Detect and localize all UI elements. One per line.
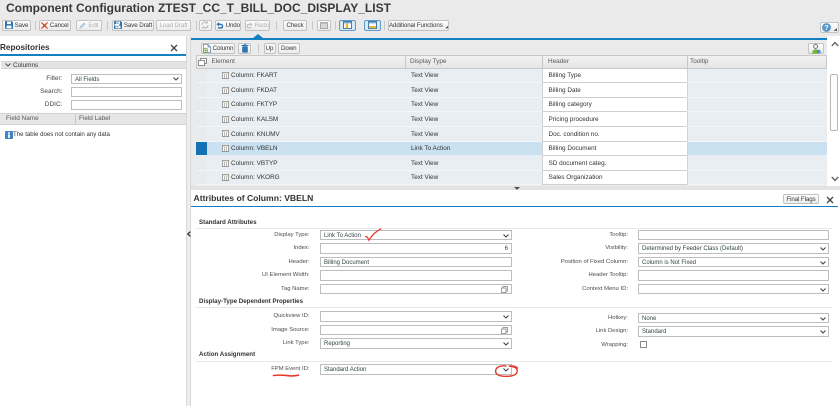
svg-text:?: ?: [824, 25, 828, 32]
